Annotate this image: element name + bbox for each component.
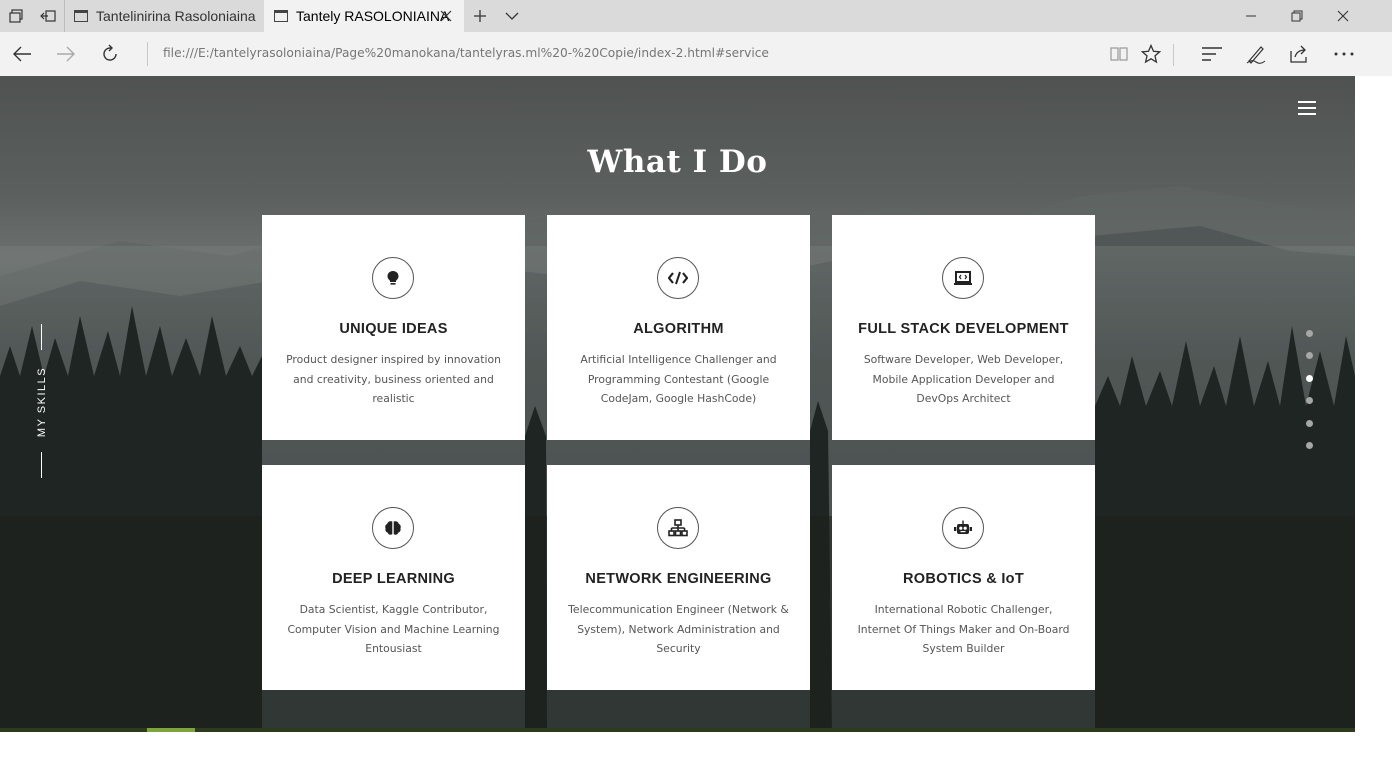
service-card: ALGORITHM Artificial Intelligence Challe… [547,215,810,440]
forward-button[interactable] [52,40,80,68]
section-dot-active[interactable] [1306,375,1313,382]
section-dot[interactable] [1306,330,1313,337]
card-title: DEEP LEARNING [332,571,455,587]
url-field[interactable]: file:///E:/tantelyrasoloniaina/Page%20ma… [163,46,769,60]
refresh-button[interactable] [96,40,124,68]
tab-title: Tantely RASOLONIAINA [296,8,450,24]
tab-bar: Tantelinirina Rasoloniaina Tantely RASOL… [0,0,1392,32]
card-title: ALGORITHM [633,321,724,337]
tab-active[interactable]: Tantely RASOLONIAINA [264,0,464,32]
card-title: FULL STACK DEVELOPMENT [858,321,1069,337]
toolbar-divider [1173,44,1174,66]
card-description: Product designer inspired by innovation … [286,353,501,405]
back-button[interactable] [8,40,36,68]
page-bottom-area [0,732,1355,760]
card-description: Telecommunication Engineer (Network & Sy… [568,603,789,655]
card-description: Data Scientist, Kaggle Contributor, Comp… [287,603,500,655]
side-section-label: MY SKILLS [14,324,70,480]
page-right-gutter [1355,76,1392,760]
share-icon[interactable] [1285,40,1313,68]
minimize-button[interactable] [1228,0,1274,32]
section-dot[interactable] [1306,442,1313,449]
service-card: FULL STACK DEVELOPMENT Software Develope… [832,215,1095,440]
code-icon [657,257,699,299]
favorite-star-icon[interactable] [1137,40,1165,68]
close-tab-icon[interactable] [438,8,454,24]
web-note-pen-icon[interactable] [1242,40,1270,68]
section-title: What I Do [587,144,768,180]
card-description: Artificial Intelligence Challenger and P… [580,353,777,405]
card-title: UNIQUE IDEAS [339,321,448,337]
laptop-code-icon [942,257,984,299]
card-description: International Robotic Challenger, Intern… [857,603,1070,655]
section-dot[interactable] [1306,420,1313,427]
tab-manager-icon[interactable] [6,6,26,26]
more-menu-icon[interactable] [1330,40,1358,68]
card-title: NETWORK ENGINEERING [585,571,772,587]
section-dot[interactable] [1306,397,1313,404]
card-description: Software Developer, Web Developer, Mobil… [863,353,1064,405]
service-card: DEEP LEARNING Data Scientist, Kaggle Con… [262,465,525,690]
service-card: ROBOTICS & IoT International Robotic Cha… [832,465,1095,690]
reading-view-icon[interactable] [1105,40,1133,68]
side-line-bottom [41,452,42,478]
brain-icon [372,507,414,549]
services-section: What I Do MY SKILLS UNIQUE IDEAS Product… [0,76,1355,732]
network-icon [657,507,699,549]
service-card: UNIQUE IDEAS Product designer inspired b… [262,215,525,440]
address-bar: file:///E:/tantelyrasoloniaina/Page%20ma… [0,32,1392,76]
close-window-button[interactable] [1320,0,1366,32]
section-nav-dots [1305,330,1315,460]
service-card: NETWORK ENGINEERING Telecommunication En… [547,465,810,690]
set-aside-tabs-icon[interactable] [38,6,58,26]
tab-title: Tantelinirina Rasoloniaina [96,8,256,24]
page-favicon-icon [74,10,88,22]
hamburger-menu-icon[interactable] [1298,100,1316,116]
hub-icon[interactable] [1198,40,1226,68]
page-favicon-icon [274,10,288,22]
side-label-text: MY SKILLS [36,366,48,438]
tab-inactive[interactable]: Tantelinirina Rasoloniaina [64,0,264,32]
lightbulb-icon [372,257,414,299]
restore-button[interactable] [1274,0,1320,32]
robot-icon [942,507,984,549]
new-tab-icon[interactable] [470,6,490,26]
tab-preview-chevron-icon[interactable] [502,6,522,26]
side-line-top [41,324,42,350]
section-dot[interactable] [1306,352,1313,359]
url-divider [147,42,148,66]
card-title: ROBOTICS & IoT [903,571,1024,587]
